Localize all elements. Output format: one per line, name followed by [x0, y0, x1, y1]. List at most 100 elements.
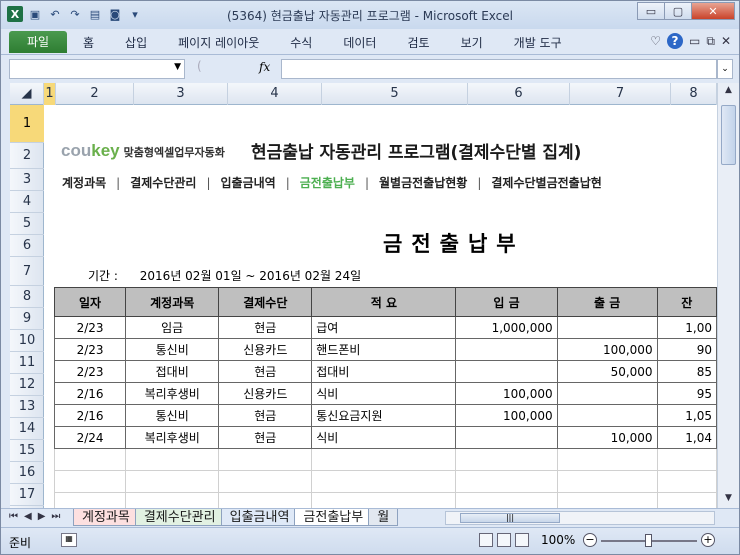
- row-header[interactable]: 1: [10, 105, 44, 143]
- horizontal-scroll-thumb[interactable]: |||: [460, 513, 560, 523]
- cell-out[interactable]: [556, 382, 658, 405]
- cell-bal[interactable]: 1,00: [656, 316, 717, 339]
- nav-link[interactable]: 결제수단관리: [130, 174, 196, 191]
- ribbon-tab[interactable]: 검토: [407, 34, 429, 51]
- cell-in[interactable]: [455, 426, 558, 449]
- ribbon-collapse-icon[interactable]: ♡: [650, 34, 661, 48]
- cell-account[interactable]: 통신비: [125, 404, 220, 427]
- empty-cell[interactable]: [455, 448, 558, 471]
- row-header[interactable]: 10: [10, 330, 44, 352]
- formula-input[interactable]: [281, 59, 717, 79]
- nav-link[interactable]: 금전출납부: [300, 174, 355, 191]
- help-icon[interactable]: ?: [667, 33, 684, 49]
- cell-method[interactable]: 현금: [218, 404, 313, 427]
- ribbon-tab[interactable]: 삽입: [125, 34, 147, 51]
- column-header[interactable]: 6: [468, 83, 570, 105]
- empty-cell[interactable]: [125, 448, 220, 471]
- cell-out[interactable]: [556, 316, 658, 339]
- prev-sheet-icon[interactable]: ◀: [24, 511, 32, 522]
- cell-bal[interactable]: 90: [656, 338, 717, 361]
- vertical-scroll-thumb[interactable]: [721, 105, 736, 165]
- page-break-view-icon[interactable]: [515, 533, 529, 547]
- row-header[interactable]: 6: [10, 235, 44, 257]
- column-header[interactable]: 5: [322, 83, 468, 105]
- nav-link[interactable]: 월별금전출납현황: [379, 174, 467, 191]
- empty-cell[interactable]: [53, 492, 127, 509]
- empty-cell[interactable]: [556, 492, 658, 509]
- cell-date[interactable]: 2/16: [53, 382, 127, 405]
- column-header[interactable]: 3: [134, 83, 228, 105]
- cell-date[interactable]: 2/16: [53, 404, 127, 427]
- empty-cell[interactable]: [125, 470, 220, 493]
- cell-bal[interactable]: 1,05: [656, 404, 717, 427]
- cell-method[interactable]: 신용카드: [218, 382, 313, 405]
- scroll-up-icon[interactable]: ▲: [721, 85, 736, 99]
- empty-cell[interactable]: [311, 448, 457, 471]
- cell-method[interactable]: 현금: [218, 426, 313, 449]
- ribbon-tab[interactable]: 홈: [83, 34, 94, 51]
- next-sheet-icon[interactable]: ▶: [38, 511, 46, 522]
- empty-cell[interactable]: [218, 448, 313, 471]
- empty-cell[interactable]: [218, 470, 313, 493]
- empty-cell[interactable]: [218, 492, 313, 509]
- cell-out[interactable]: [556, 404, 658, 427]
- row-header[interactable]: 11: [10, 352, 44, 374]
- restore-button[interactable]: ▢: [664, 2, 692, 20]
- cell-account[interactable]: 통신비: [125, 338, 220, 361]
- empty-cell[interactable]: [311, 470, 457, 493]
- horizontal-scrollbar[interactable]: |||: [445, 511, 715, 525]
- first-sheet-icon[interactable]: ⏮: [9, 511, 18, 522]
- ribbon-tab[interactable]: 페이지 레이아웃: [178, 34, 259, 51]
- name-box-dropdown-icon[interactable]: ▼: [174, 62, 181, 72]
- cell-bal[interactable]: 1,04: [656, 426, 717, 449]
- cell-desc[interactable]: 접대비: [311, 360, 457, 383]
- cell-grid[interactable]: cou key 맞춤형엑셀업무자동화 현금출납 자동관리 프로그램(결제수단별 …: [44, 105, 717, 509]
- empty-cell[interactable]: [53, 470, 127, 493]
- cell-out[interactable]: 50,000: [556, 360, 658, 383]
- row-header[interactable]: 5: [10, 213, 44, 235]
- empty-cell[interactable]: [125, 492, 220, 509]
- column-header[interactable]: 1: [44, 83, 56, 105]
- cell-bal[interactable]: 85: [656, 360, 717, 383]
- empty-cell[interactable]: [455, 492, 558, 509]
- close-button[interactable]: ✕: [691, 2, 735, 20]
- cell-date[interactable]: 2/23: [53, 360, 127, 383]
- cell-out[interactable]: 10,000: [556, 426, 658, 449]
- row-header[interactable]: 4: [10, 191, 44, 213]
- cell-account[interactable]: 복리후생비: [125, 382, 220, 405]
- row-header[interactable]: 2: [10, 143, 44, 169]
- sheet-tab[interactable]: 월: [368, 509, 399, 526]
- row-header[interactable]: 8: [10, 286, 44, 308]
- row-header[interactable]: 12: [10, 374, 44, 396]
- formula-bar-handle[interactable]: (: [193, 59, 257, 79]
- cell-method[interactable]: 신용카드: [218, 338, 313, 361]
- zoom-level[interactable]: 100%: [541, 533, 575, 547]
- cell-desc[interactable]: 식비: [311, 382, 457, 405]
- empty-cell[interactable]: [656, 448, 717, 471]
- row-header[interactable]: 7: [10, 257, 44, 286]
- nav-link[interactable]: 결제수단별금전출납현: [491, 174, 601, 191]
- select-all-corner[interactable]: ◢: [10, 83, 44, 105]
- row-header[interactable]: 3: [10, 169, 44, 191]
- workbook-close-icon[interactable]: ✕: [721, 34, 731, 48]
- cell-out[interactable]: 100,000: [556, 338, 658, 361]
- insert-function-icon[interactable]: fx: [259, 60, 270, 74]
- macro-record-icon[interactable]: ▦: [61, 533, 77, 547]
- cell-in[interactable]: [455, 338, 558, 361]
- sheet-tab[interactable]: 입출금내역: [220, 509, 299, 526]
- cell-account[interactable]: 임금: [125, 316, 220, 339]
- cell-bal[interactable]: 95: [656, 382, 717, 405]
- cell-method[interactable]: 현금: [218, 360, 313, 383]
- workbook-restore-icon[interactable]: ⧉: [706, 34, 715, 49]
- empty-cell[interactable]: [556, 448, 658, 471]
- empty-cell[interactable]: [311, 492, 457, 509]
- cell-method[interactable]: 현금: [218, 316, 313, 339]
- sheet-tab[interactable]: 계정과목: [73, 509, 139, 526]
- cell-desc[interactable]: 식비: [311, 426, 457, 449]
- sheet-tab[interactable]: 결제수단관리: [134, 509, 225, 526]
- zoom-slider-handle[interactable]: [645, 534, 652, 547]
- row-header[interactable]: 16: [10, 462, 44, 484]
- minimize-button[interactable]: ▭: [637, 2, 665, 20]
- name-box[interactable]: ▼: [9, 59, 185, 79]
- cell-in[interactable]: [455, 360, 558, 383]
